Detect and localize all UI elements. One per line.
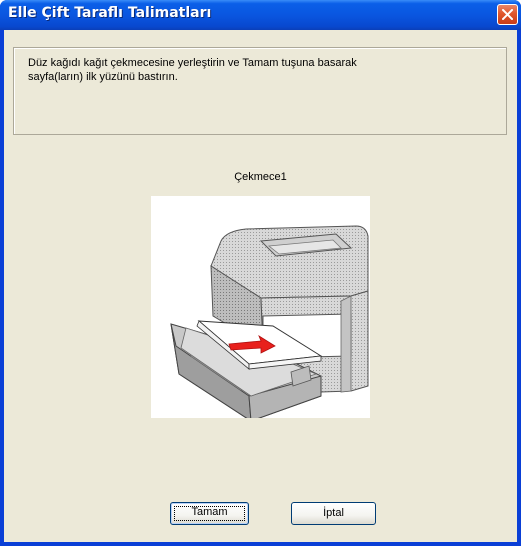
printer-paper-tray-illustration [151,196,370,422]
window-title: Elle Çift Taraflı Talimatları [8,5,212,21]
title-bar[interactable]: Elle Çift Taraflı Talimatları [0,0,521,30]
instruction-line-1: Düz kağıdı kağıt çekmecesine yerleştirin… [28,57,357,69]
window-bottom-border [0,542,521,546]
tray-label: Çekmece1 [234,171,287,183]
ok-button-label: Tamam [191,506,228,518]
instruction-line-2: sayfa(ların) ilk yüzünü bastırın. [28,71,178,83]
close-button[interactable] [497,4,518,25]
dialog-body: Düz kağıdı kağıt çekmecesine yerleştirin… [4,30,517,542]
cancel-button-label: İptal [323,507,344,519]
close-icon [502,9,513,20]
cancel-button[interactable]: İptal [291,502,376,525]
instruction-text: Düz kağıdı kağıt çekmecesine yerleştirin… [28,56,468,84]
dialog-window: Elle Çift Taraflı Talimatları Düz kağıdı… [0,0,521,546]
printer-illustration-graphic [170,225,369,422]
instruction-panel: Düz kağıdı kağıt çekmecesine yerleştirin… [13,47,507,135]
ok-button[interactable]: Tamam [170,502,249,525]
